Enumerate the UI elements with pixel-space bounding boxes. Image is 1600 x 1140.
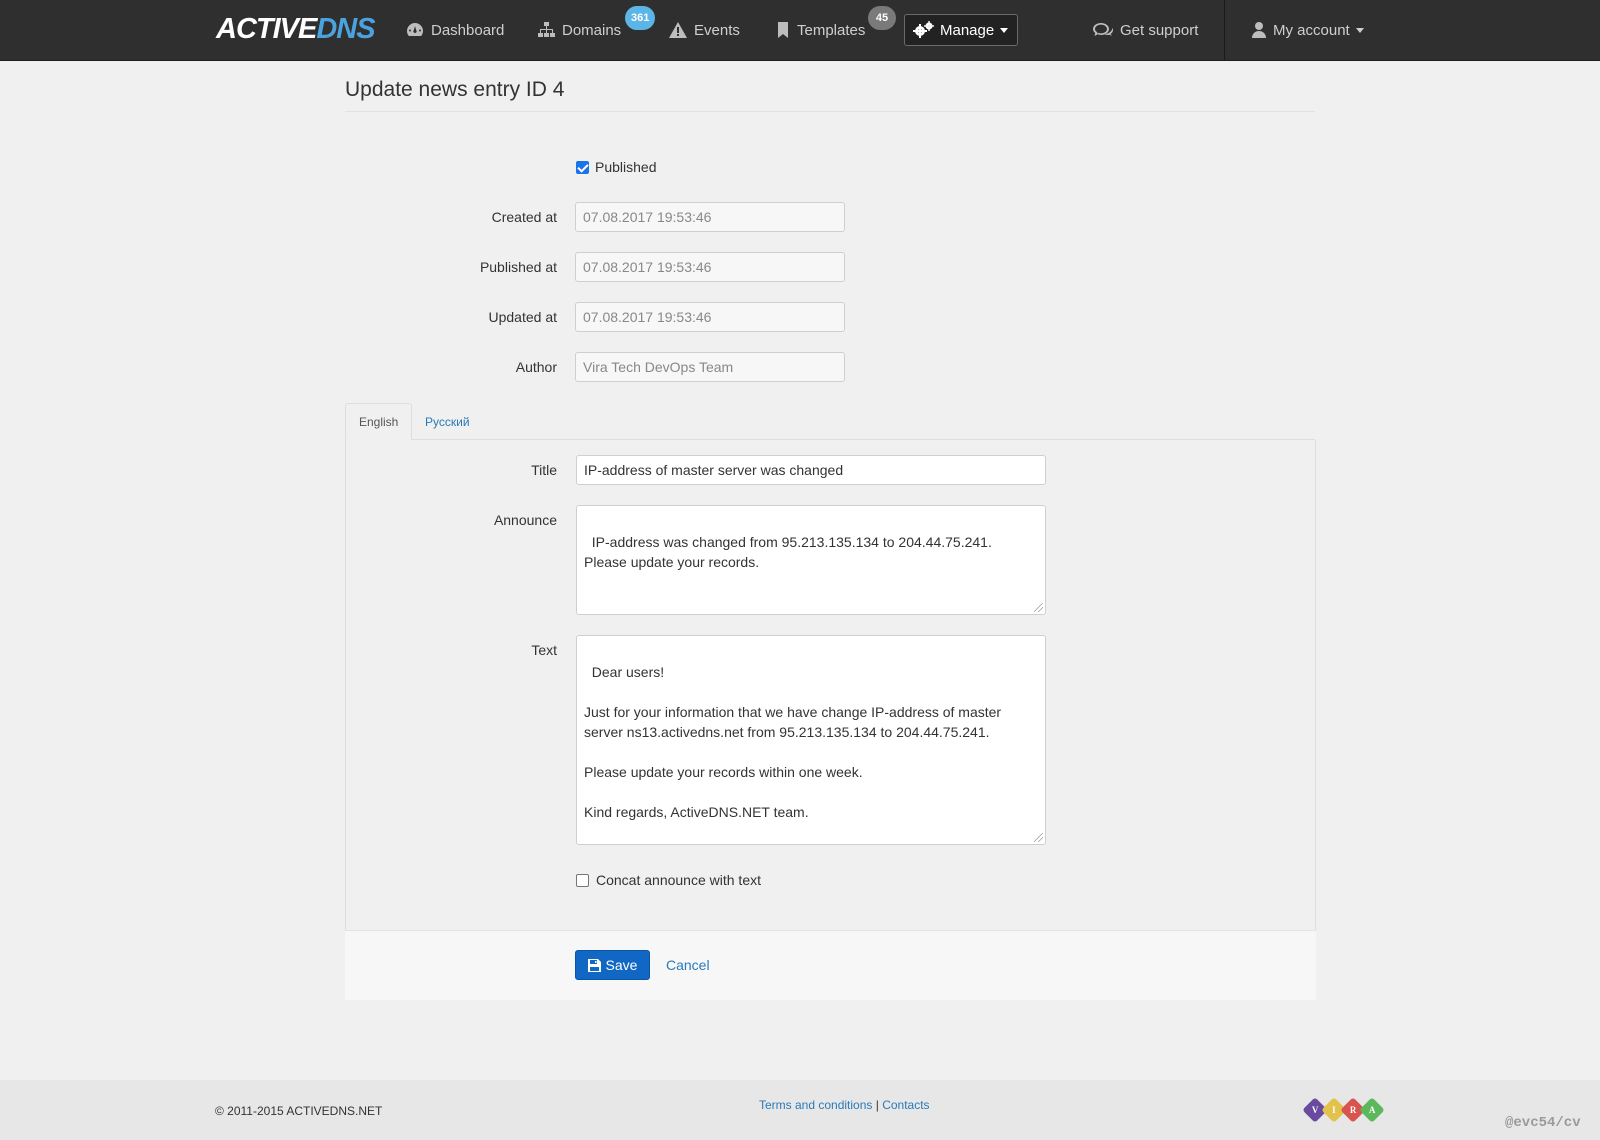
announce-text: IP-address was changed from 95.213.135.1… xyxy=(584,534,996,570)
nav-domains-label: Domains xyxy=(562,21,622,39)
nav-dashboard-label: Dashboard xyxy=(431,21,505,39)
text-body: Dear users! Just for your information th… xyxy=(584,664,1002,820)
navbar-divider xyxy=(1224,0,1225,60)
caret-down-icon xyxy=(1000,27,1009,33)
user-icon xyxy=(1252,22,1266,38)
dashboard-icon xyxy=(406,22,424,38)
tab-english[interactable]: English xyxy=(345,403,413,440)
my-account-dropdown[interactable]: My account xyxy=(1252,0,1364,60)
nav-templates-label: Templates xyxy=(797,21,866,39)
get-support-label: Get support xyxy=(1120,21,1199,39)
created-at-label: Created at xyxy=(491,209,557,225)
title-divider xyxy=(345,111,1315,112)
save-label: Save xyxy=(605,957,638,973)
updated-at-field[interactable]: 07.08.2017 19:53:46 xyxy=(575,302,845,332)
footer-separator: | xyxy=(875,1098,879,1112)
bookmark-icon xyxy=(776,22,790,38)
nav-get-support[interactable]: Get support xyxy=(1093,0,1198,60)
manage-label: Manage xyxy=(940,21,995,39)
top-navbar: ACTIVEDNS Dashboard Domains 361 Events T… xyxy=(0,0,1600,61)
text-label: Text xyxy=(531,642,557,658)
published-at-field[interactable]: 07.08.2017 19:53:46 xyxy=(575,252,845,282)
copyright-text: © 2011-2015 ACTIVEDNS.NET xyxy=(215,1104,383,1118)
brand-logo[interactable]: ACTIVEDNS xyxy=(216,13,376,45)
concat-label: Concat announce with text xyxy=(596,872,761,888)
manage-dropdown-button[interactable]: Manage xyxy=(904,14,1018,46)
cancel-link[interactable]: Cancel xyxy=(666,957,710,973)
resize-handle[interactable] xyxy=(1034,833,1043,842)
page-title: Update news entry ID 4 xyxy=(345,78,565,101)
vira-logo-tile: A xyxy=(1359,1097,1385,1123)
floppy-disk-icon xyxy=(587,958,606,972)
watermark-text: @evc54/cv xyxy=(1505,1115,1581,1131)
announce-textarea[interactable]: IP-address was changed from 95.213.135.1… xyxy=(576,505,1046,615)
author-field[interactable]: Vira Tech DevOps Team xyxy=(575,352,845,382)
created-at-field[interactable]: 07.08.2017 19:53:46 xyxy=(575,202,845,232)
text-textarea[interactable]: Dear users! Just for your information th… xyxy=(576,635,1046,845)
terms-link[interactable]: Terms and conditions xyxy=(759,1098,872,1112)
published-label: Published xyxy=(595,159,657,175)
comments-icon xyxy=(1093,22,1113,38)
templates-count-badge: 45 xyxy=(868,6,896,30)
nav-domains[interactable]: Domains xyxy=(538,0,621,60)
tabs-baseline xyxy=(345,439,1315,440)
gears-icon xyxy=(913,21,940,39)
tab-russian[interactable]: Русский xyxy=(412,403,483,440)
footer-links: Terms and conditions | Contacts xyxy=(759,1098,930,1112)
vira-logo[interactable]: V I R A xyxy=(1302,1097,1385,1123)
published-checkbox[interactable] xyxy=(576,161,589,174)
announce-label: Announce xyxy=(493,512,557,528)
contacts-link[interactable]: Contacts xyxy=(882,1098,929,1112)
author-label: Author xyxy=(515,359,557,375)
title-input[interactable]: IP-address of master server was changed xyxy=(576,455,1046,485)
my-account-label: My account xyxy=(1273,21,1350,39)
brand-logo-dns: DNS xyxy=(316,13,375,45)
form-actions-bar xyxy=(345,930,1316,1000)
nav-events[interactable]: Events xyxy=(669,0,740,60)
concat-checkbox[interactable] xyxy=(576,874,589,887)
updated-at-label: Updated at xyxy=(488,309,558,325)
save-button[interactable]: Save xyxy=(575,950,650,980)
resize-handle[interactable] xyxy=(1034,603,1043,612)
nav-templates[interactable]: Templates xyxy=(776,0,865,60)
title-label: Title xyxy=(531,462,557,478)
sitemap-icon xyxy=(538,22,555,38)
caret-down-icon xyxy=(1355,27,1364,33)
published-at-label: Published at xyxy=(479,259,557,275)
domains-count-badge: 361 xyxy=(625,6,656,30)
nav-dashboard[interactable]: Dashboard xyxy=(406,0,504,60)
brand-logo-active: ACTIVE xyxy=(216,13,317,45)
warning-icon xyxy=(669,22,687,38)
panel-border-right xyxy=(1315,440,1316,930)
nav-events-label: Events xyxy=(694,21,740,39)
